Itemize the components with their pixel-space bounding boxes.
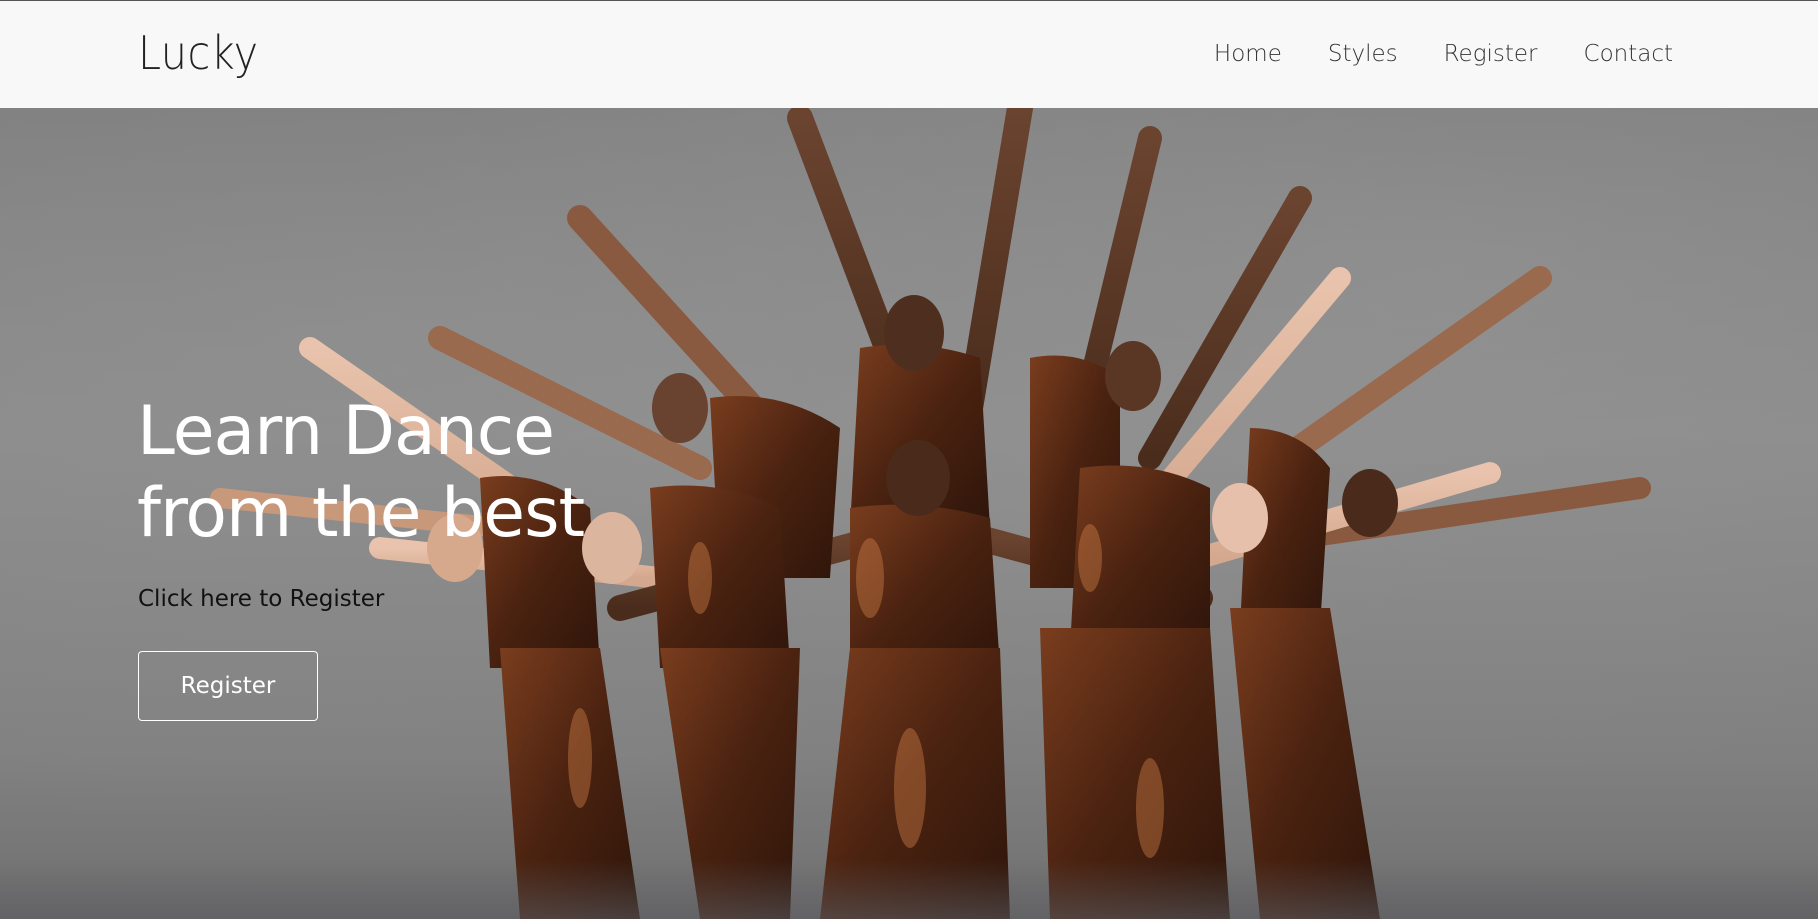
nav-link-register[interactable]: Register <box>1444 41 1538 67</box>
floor-shade <box>0 859 1818 919</box>
hero-subtitle: Click here to Register <box>138 586 385 612</box>
navbar: Lucky Home Styles Register Contact <box>0 1 1818 108</box>
brand-logo[interactable]: Lucky <box>138 26 259 80</box>
nav-link-contact[interactable]: Contact <box>1584 41 1673 67</box>
hero-title-line-1: Learn Dance <box>137 392 555 471</box>
hero-section: Learn Dance from the best Click here to … <box>0 108 1818 919</box>
register-button[interactable]: Register <box>138 651 318 721</box>
nav-menu: Home Styles Register Contact <box>1168 41 1673 67</box>
hero-title-line-2: from the best <box>137 474 585 553</box>
hero-title: Learn Dance from the best <box>137 391 597 555</box>
nav-link-styles[interactable]: Styles <box>1328 41 1398 67</box>
nav-link-home[interactable]: Home <box>1214 41 1282 67</box>
